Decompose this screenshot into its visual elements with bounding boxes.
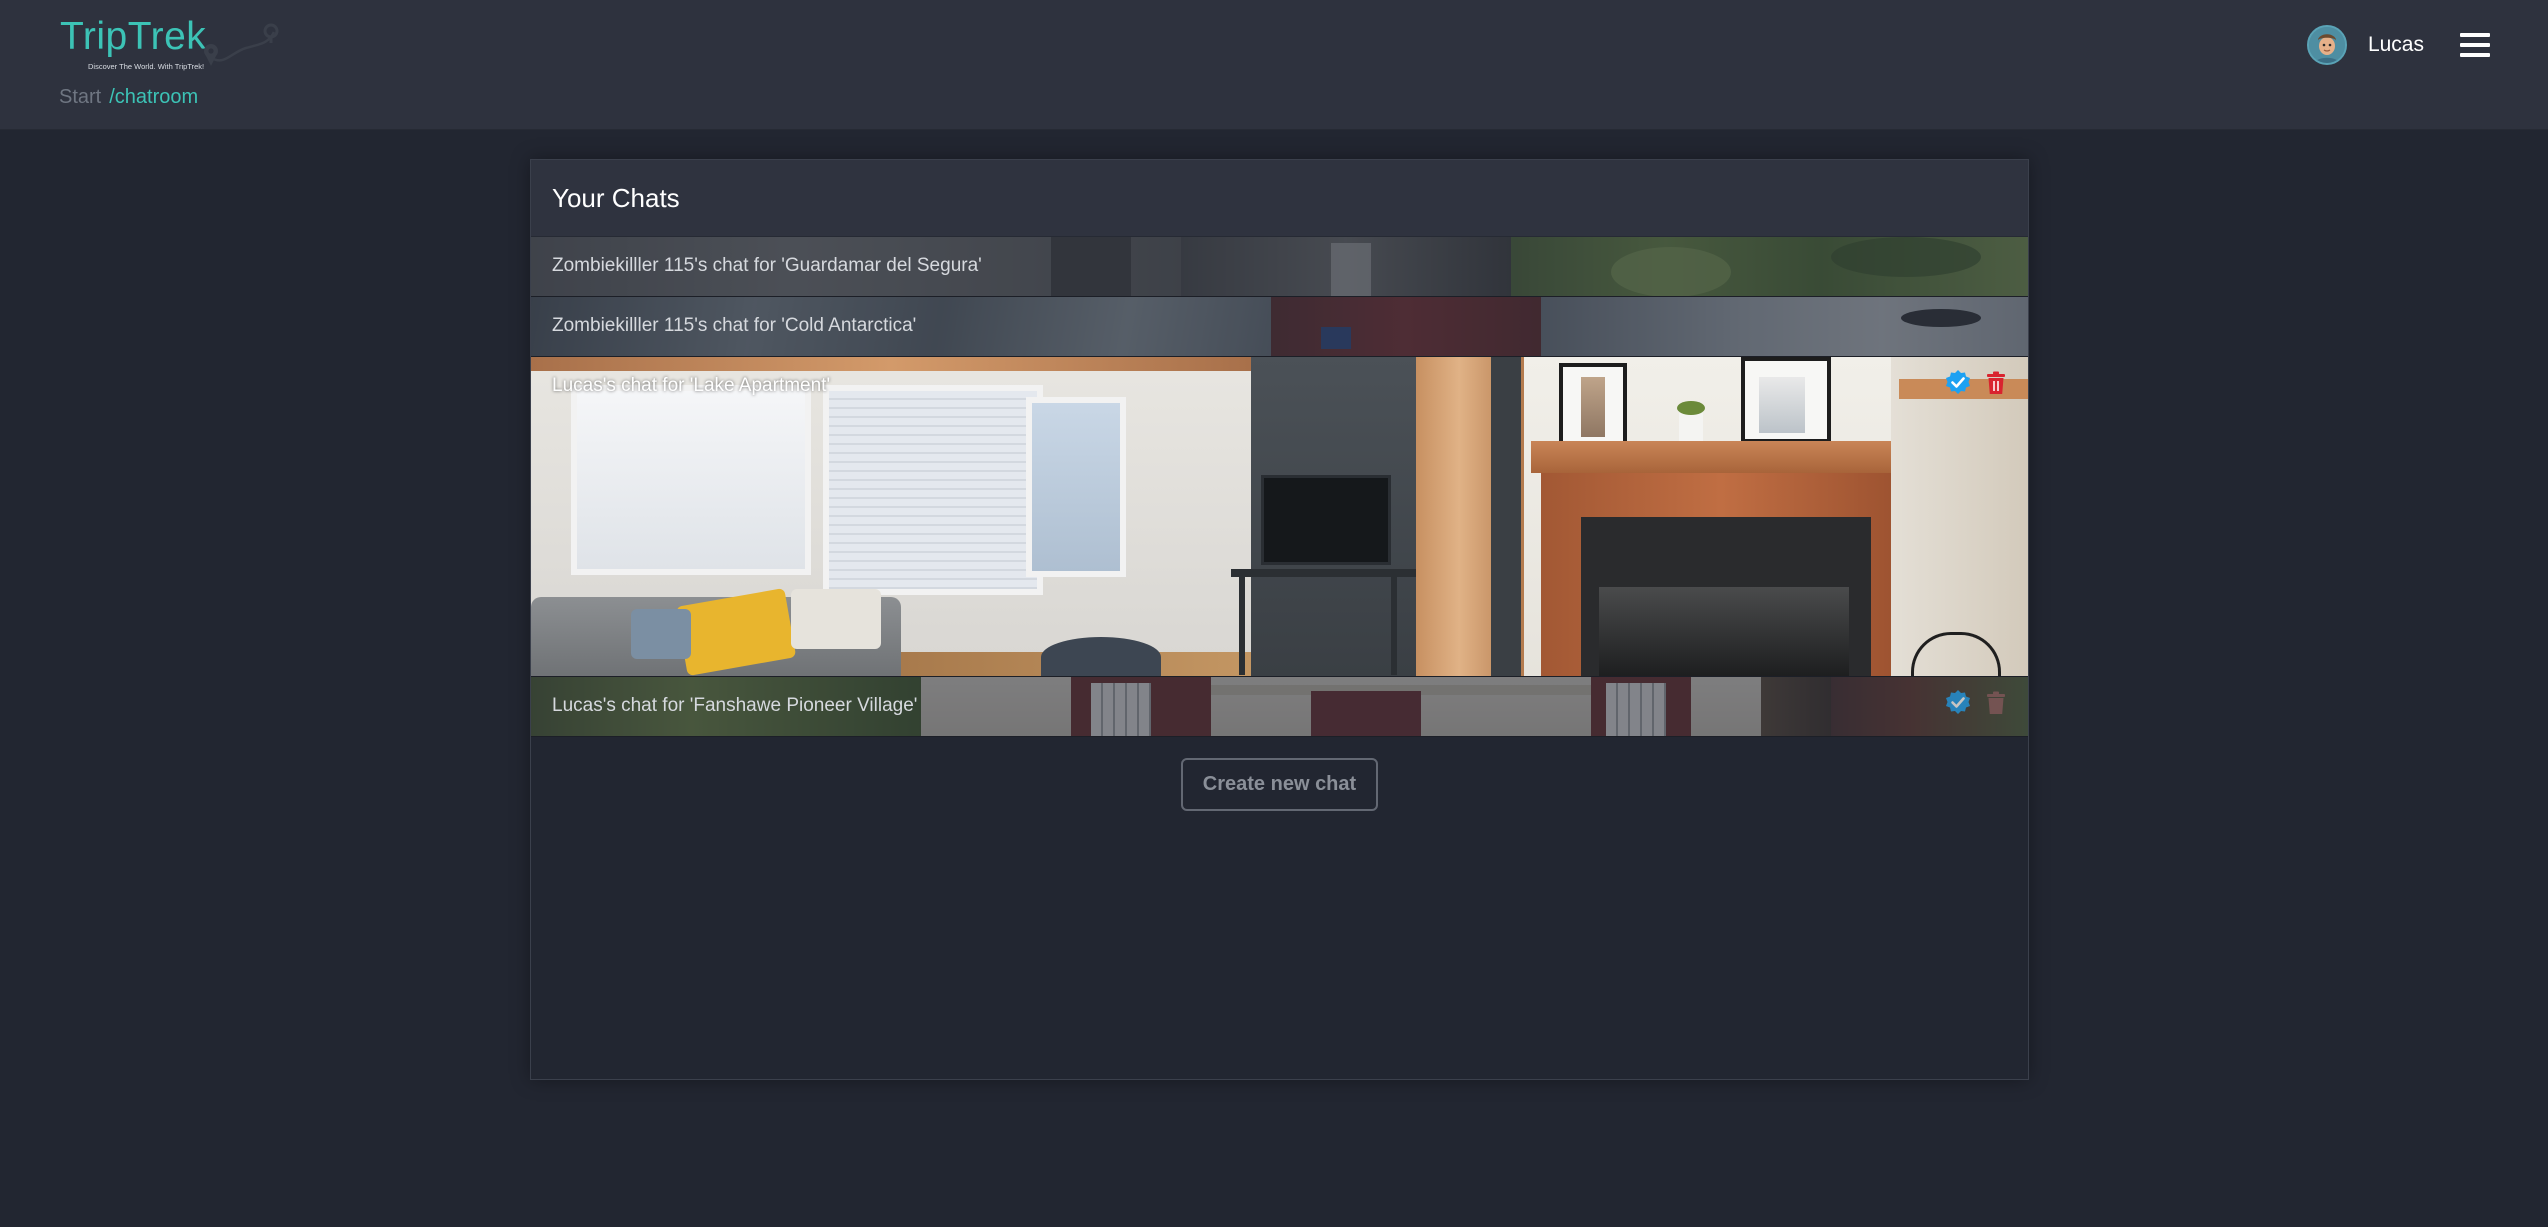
create-chat-wrapper: Create new chat (531, 758, 2028, 811)
create-new-chat-button[interactable]: Create new chat (1180, 758, 1379, 811)
verified-check-icon[interactable] (1944, 369, 1972, 397)
hamburger-menu-icon[interactable] (2460, 33, 2490, 57)
avatar-icon[interactable] (2306, 25, 2347, 65)
logo-wordmark: TripTrek (60, 15, 207, 58)
breadcrumb: Start/chatroom (59, 84, 198, 110)
chat-item-fanshawe-pioneer-village[interactable]: Lucas's chat for 'Fanshawe Pioneer Villa… (531, 677, 2028, 737)
trash-icon[interactable] (1982, 689, 2010, 717)
chat-actions (1934, 369, 2010, 397)
route-pin-icon (204, 23, 279, 66)
user-menu: Lucas (2306, 23, 2490, 67)
chats-card-header: Your Chats (531, 160, 2028, 237)
logo-tagline: Discover The World. With TripTrek! (88, 62, 205, 71)
breadcrumb-current: /chatroom (109, 86, 199, 108)
chat-item-cold-antarctica[interactable]: Zombiekilller 115's chat for 'Cold Antar… (531, 297, 2028, 357)
chat-item-guardamar[interactable]: Zombiekilller 115's chat for 'Guardamar … (531, 237, 2028, 297)
verified-check-icon[interactable] (1944, 689, 1972, 717)
chats-card: Your Chats Zombiekilller 115's chat for … (530, 159, 2029, 1080)
chats-card-title: Your Chats (552, 183, 680, 213)
trash-icon[interactable] (1982, 369, 2010, 397)
triptrek-logo[interactable]: TripTrek Discover The World. With TripTr… (58, 14, 298, 76)
chat-title: Lucas's chat for 'Lake Apartment' (552, 375, 831, 396)
chat-item-lake-apartment[interactable]: Lucas's chat for 'Lake Apartment' (531, 357, 2028, 677)
chat-actions (1934, 689, 2010, 717)
breadcrumb-start-link[interactable]: Start (59, 86, 101, 108)
chat-title: Zombiekilller 115's chat for 'Cold Antar… (552, 315, 917, 336)
top-navbar: TripTrek Discover The World. With TripTr… (0, 0, 2548, 130)
chat-overlay (531, 357, 2028, 676)
chat-title: Zombiekilller 115's chat for 'Guardamar … (552, 255, 982, 276)
chat-title: Lucas's chat for 'Fanshawe Pioneer Villa… (552, 695, 918, 716)
username[interactable]: Lucas (2368, 33, 2424, 57)
